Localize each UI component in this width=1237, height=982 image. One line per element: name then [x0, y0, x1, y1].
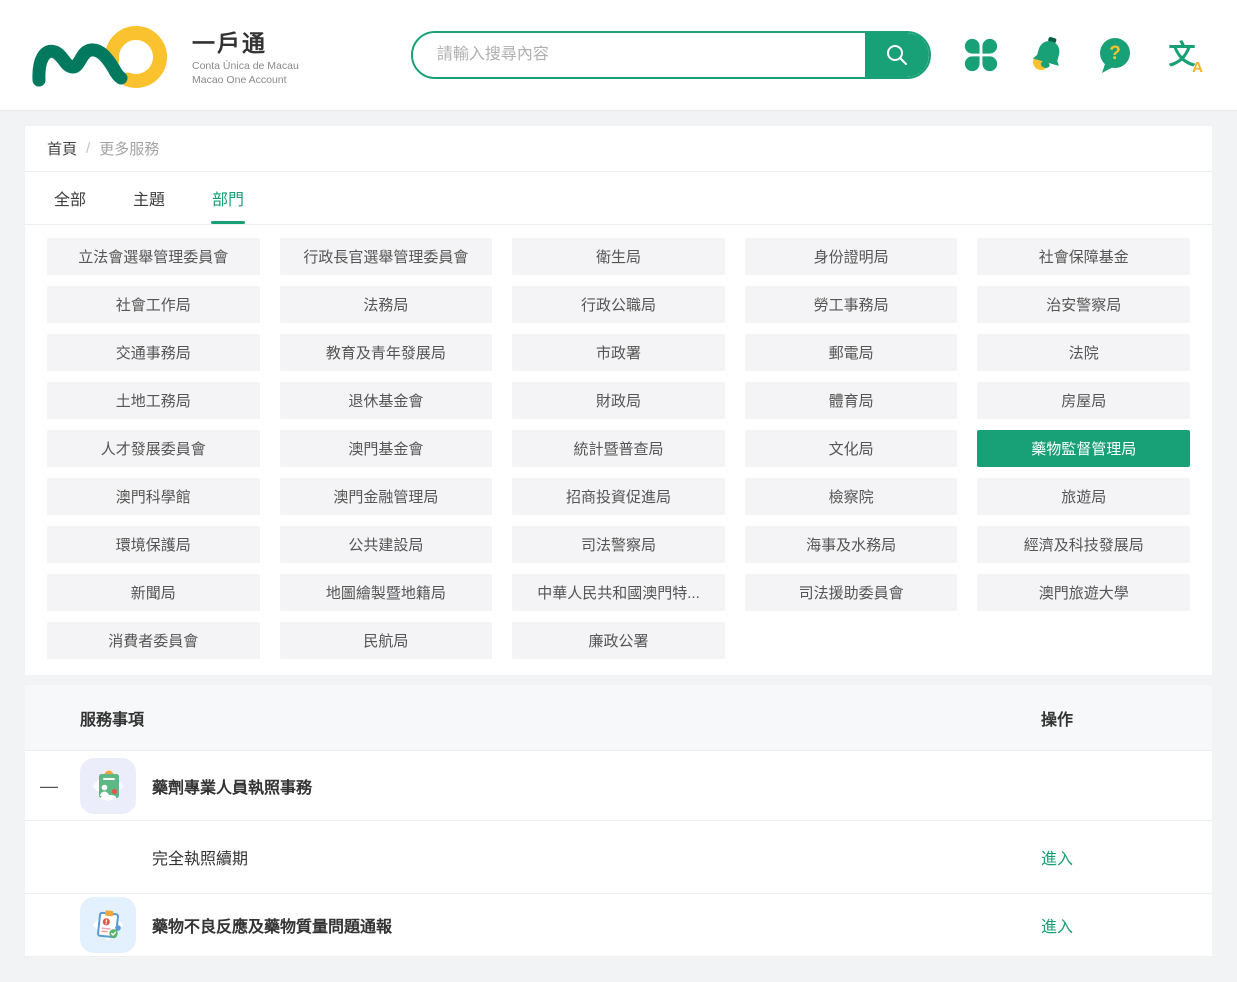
- department-button[interactable]: 行政長官選舉管理委員會: [280, 238, 493, 275]
- department-button[interactable]: 郵電局: [745, 334, 958, 371]
- service-sub-title: 完全執照續期: [152, 845, 248, 869]
- department-button[interactable]: 民航局: [280, 622, 493, 659]
- tab-active[interactable]: 部門: [205, 172, 251, 224]
- pharmacist-license-icon: [80, 758, 136, 814]
- filter-tabs: 全部主題部門: [25, 172, 1212, 225]
- adverse-reaction-report-icon: [80, 897, 136, 953]
- help-icon: ?: [1095, 35, 1135, 75]
- logo-text: 一戶通 Conta Única de Macau Macao One Accou…: [192, 24, 299, 86]
- header: 一戶通 Conta Única de Macau Macao One Accou…: [0, 0, 1237, 111]
- bell-icon: [1028, 35, 1068, 75]
- mo-logo-mark: [30, 16, 178, 94]
- department-button[interactable]: 市政署: [512, 334, 725, 371]
- department-button[interactable]: 行政公職局: [512, 286, 725, 323]
- department-button[interactable]: 廉政公署: [512, 622, 725, 659]
- department-button[interactable]: 身份證明局: [745, 238, 958, 275]
- column-header-action: 操作: [1041, 706, 1073, 730]
- department-button[interactable]: 教育及青年發展局: [280, 334, 493, 371]
- header-nav-icons: ? 文 A: [960, 34, 1203, 76]
- department-button[interactable]: 社會工作局: [47, 286, 260, 323]
- department-button[interactable]: 旅遊局: [977, 478, 1190, 515]
- department-button[interactable]: 治安警察局: [977, 286, 1190, 323]
- department-button[interactable]: 地圖繪製暨地籍局: [280, 574, 493, 611]
- department-button[interactable]: 澳門金融管理局: [280, 478, 493, 515]
- department-button[interactable]: 公共建設局: [280, 526, 493, 563]
- service-item-icon: [80, 897, 136, 953]
- department-button[interactable]: 中華人民共和國澳門特...: [512, 574, 725, 611]
- breadcrumb-current: 更多服務: [99, 138, 159, 159]
- search-bar: [411, 31, 931, 79]
- main-content: 首頁 / 更多服務 全部主題部門 立法會選舉管理委員會行政長官選舉管理委員會衛生…: [0, 126, 1237, 957]
- departments-grid: 立法會選舉管理委員會行政長官選舉管理委員會衛生局身份證明局社會保障基金社會工作局…: [25, 225, 1212, 675]
- department-button[interactable]: 海事及水務局: [745, 526, 958, 563]
- department-button[interactable]: 統計暨普查局: [512, 430, 725, 467]
- department-button[interactable]: 新聞局: [47, 574, 260, 611]
- tab-inactive[interactable]: 主題: [126, 172, 172, 224]
- department-button[interactable]: 立法會選舉管理委員會: [47, 238, 260, 275]
- department-button[interactable]: 財政局: [512, 382, 725, 419]
- department-button[interactable]: 人才發展委員會: [47, 430, 260, 467]
- department-button[interactable]: 勞工事務局: [745, 286, 958, 323]
- department-button[interactable]: 藥物監督管理局: [977, 430, 1190, 467]
- department-button[interactable]: 法院: [977, 334, 1190, 371]
- service-item-row: 藥物不良反應及藥物質量問題通報 進入: [25, 894, 1212, 957]
- department-button[interactable]: 土地工務局: [47, 382, 260, 419]
- department-button[interactable]: 交通事務局: [47, 334, 260, 371]
- service-item-title: 藥物不良反應及藥物質量問題通報: [152, 913, 392, 937]
- enter-link-license-renewal[interactable]: 進入: [1041, 845, 1073, 869]
- language-button[interactable]: 文 A: [1161, 34, 1203, 76]
- logo-subtitle-pt: Conta Única de Macau: [192, 60, 299, 72]
- tab-inactive[interactable]: 全部: [47, 172, 93, 224]
- logo-subtitle-en: Macao One Account: [192, 74, 299, 86]
- services-filter-card: 首頁 / 更多服務 全部主題部門 立法會選舉管理委員會行政長官選舉管理委員會衛生…: [25, 126, 1212, 675]
- enter-link-adverse-reaction[interactable]: 進入: [1041, 913, 1073, 937]
- department-button[interactable]: 衛生局: [512, 238, 725, 275]
- breadcrumb-home[interactable]: 首頁: [47, 138, 77, 159]
- department-button[interactable]: 社會保障基金: [977, 238, 1190, 275]
- service-sub-row: 完全執照續期 進入: [25, 821, 1212, 894]
- search-icon: [884, 42, 910, 68]
- department-button[interactable]: 澳門科學館: [47, 478, 260, 515]
- department-button[interactable]: 體育局: [745, 382, 958, 419]
- logo[interactable]: 一戶通 Conta Única de Macau Macao One Accou…: [30, 16, 299, 94]
- department-button[interactable]: 澳門旅遊大學: [977, 574, 1190, 611]
- service-group-title: 藥劑專業人員執照事務: [152, 774, 312, 798]
- department-button[interactable]: 經濟及科技發展局: [977, 526, 1190, 563]
- apps-menu-button[interactable]: [960, 34, 1002, 76]
- department-button[interactable]: 房屋局: [977, 382, 1190, 419]
- department-button[interactable]: 檢察院: [745, 478, 958, 515]
- notifications-button[interactable]: [1027, 34, 1069, 76]
- department-button[interactable]: 司法警察局: [512, 526, 725, 563]
- service-group-row: — 藥劑專業人員執照事務: [25, 751, 1212, 821]
- language-icon-latin: A: [1192, 60, 1203, 75]
- breadcrumb-separator: /: [86, 140, 90, 157]
- department-button[interactable]: 招商投資促進局: [512, 478, 725, 515]
- logo-title: 一戶通: [192, 24, 299, 58]
- department-button[interactable]: 消費者委員會: [47, 622, 260, 659]
- department-button[interactable]: 法務局: [280, 286, 493, 323]
- department-button[interactable]: 澳門基金會: [280, 430, 493, 467]
- help-button[interactable]: ?: [1094, 34, 1136, 76]
- breadcrumb: 首頁 / 更多服務: [25, 126, 1212, 172]
- svg-text:?: ?: [1109, 43, 1121, 64]
- department-button[interactable]: 環境保護局: [47, 526, 260, 563]
- apps-grid-icon: [962, 36, 1000, 74]
- services-table-card: 服務事項 操作 — 藥劑專業人員執照事務 完全: [25, 685, 1212, 957]
- search-input[interactable]: [413, 33, 865, 77]
- search-button[interactable]: [865, 33, 929, 77]
- department-button[interactable]: 退休基金會: [280, 382, 493, 419]
- department-button[interactable]: 文化局: [745, 430, 958, 467]
- service-group-icon: [80, 758, 136, 814]
- department-button[interactable]: 司法援助委員會: [745, 574, 958, 611]
- collapse-button[interactable]: —: [36, 773, 62, 799]
- services-table-header: 服務事項 操作: [25, 685, 1212, 751]
- column-header-service: 服務事項: [80, 706, 144, 730]
